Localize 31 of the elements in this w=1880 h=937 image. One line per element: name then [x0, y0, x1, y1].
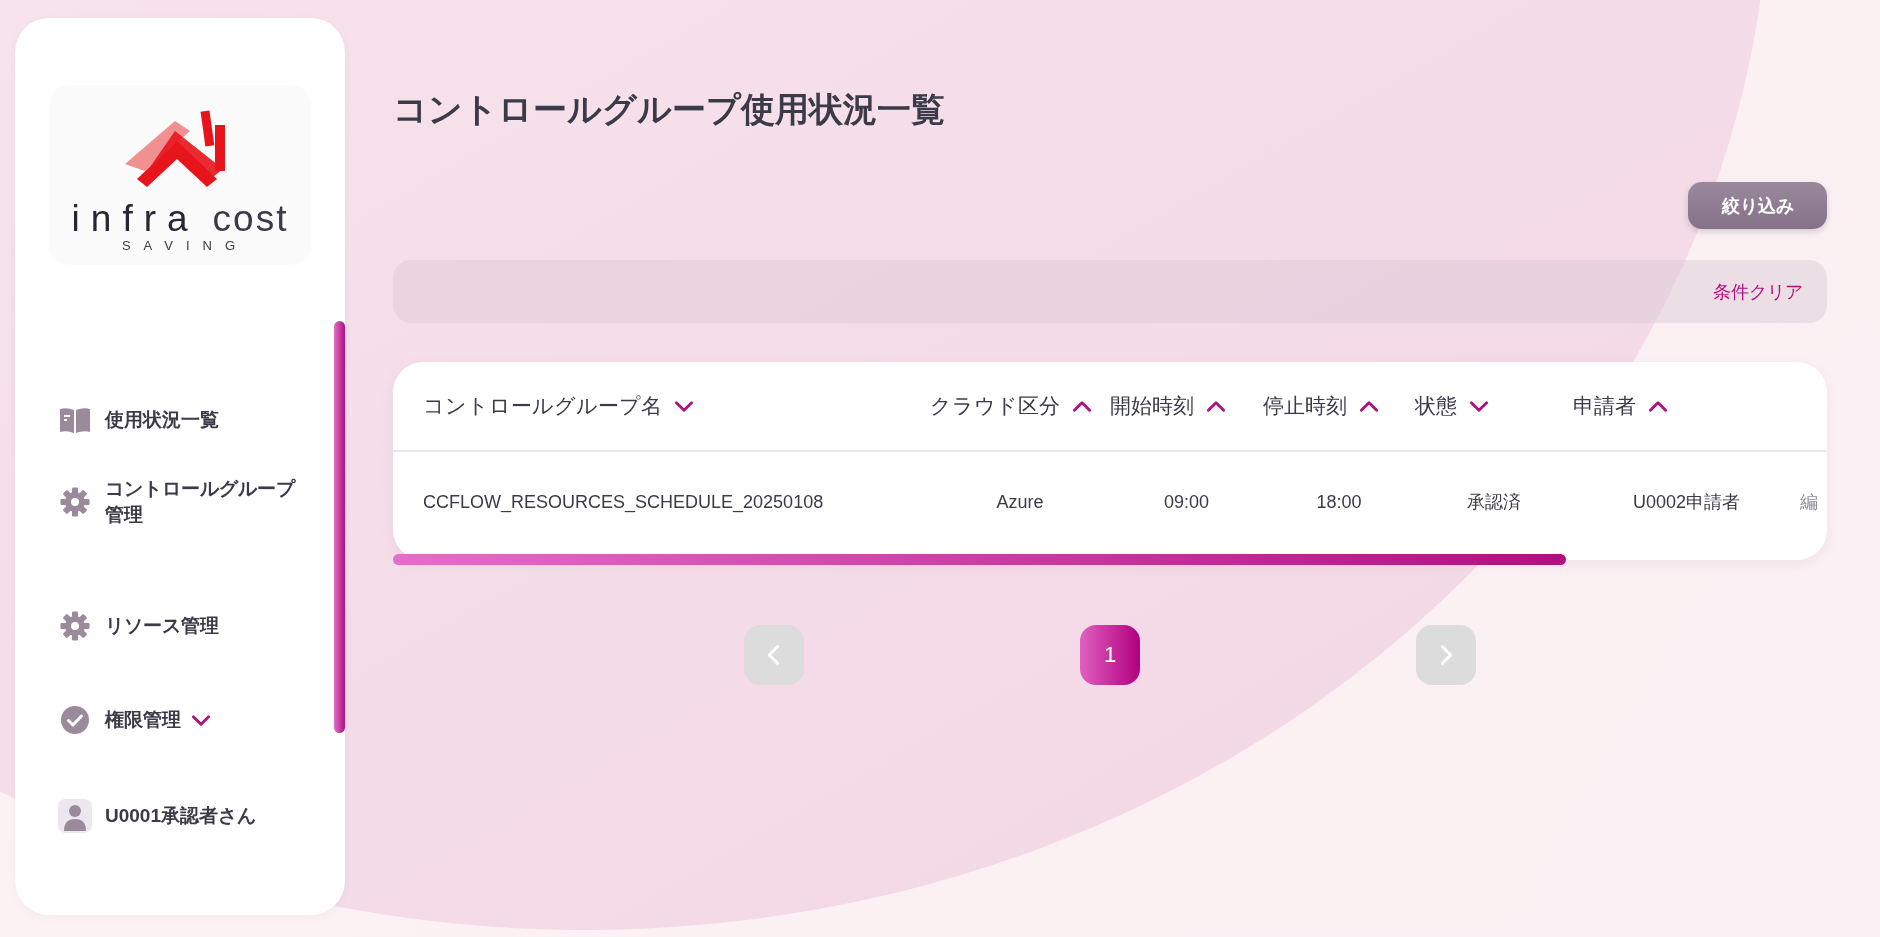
sidebar-item[interactable]: コントロールグループ管理 — [105, 476, 310, 528]
logo-text: cost — [212, 198, 289, 240]
gear-icon — [60, 611, 90, 641]
table-cell-text: U0002申請者 — [1632, 491, 1740, 514]
sidebar-item[interactable]: U0001承認者さん — [105, 803, 256, 829]
table-cell: 09:00 — [1163, 491, 1209, 513]
book-icon — [59, 406, 91, 434]
user-avatar-icon — [58, 799, 92, 833]
page-button[interactable]: 1 — [1080, 625, 1140, 685]
logo-tagline: SAVING — [120, 238, 249, 253]
logo-text: infra — [71, 198, 199, 240]
filter-button[interactable]: 絞り込み — [1688, 182, 1827, 229]
column-header[interactable]: 状態 — [1415, 392, 1457, 420]
scrollbar-thumb[interactable] — [334, 321, 345, 733]
column-header[interactable]: クラウド区分 — [930, 392, 1060, 420]
column-header[interactable]: コントロールグループ名 — [423, 392, 662, 420]
table-cell: 18:00 — [1316, 491, 1362, 513]
column-header[interactable]: 停止時刻 — [1263, 392, 1347, 420]
gear-icon — [60, 487, 90, 517]
scrollbar-thumb[interactable] — [393, 554, 1566, 565]
table-cell: Azure — [996, 491, 1044, 513]
sidebar-item[interactable]: リソース管理 — [105, 613, 219, 639]
sidebar-item[interactable]: 使用状況一覧 — [105, 407, 219, 433]
clear-conditions-link[interactable]: 条件クリア — [1713, 279, 1803, 304]
page-title: コントロールグループ使用状況一覧 — [393, 89, 946, 130]
table-cell-text: 承認済 — [1467, 491, 1521, 514]
check-circle-icon — [60, 705, 90, 735]
column-header[interactable]: 申請者 — [1573, 392, 1636, 420]
sidebar-item[interactable]: 権限管理 — [105, 707, 181, 733]
column-header[interactable]: 開始時刻 — [1110, 392, 1194, 420]
table-cell: CCFLOW_RESOURCES_SCHEDULE_20250108 — [423, 491, 824, 513]
